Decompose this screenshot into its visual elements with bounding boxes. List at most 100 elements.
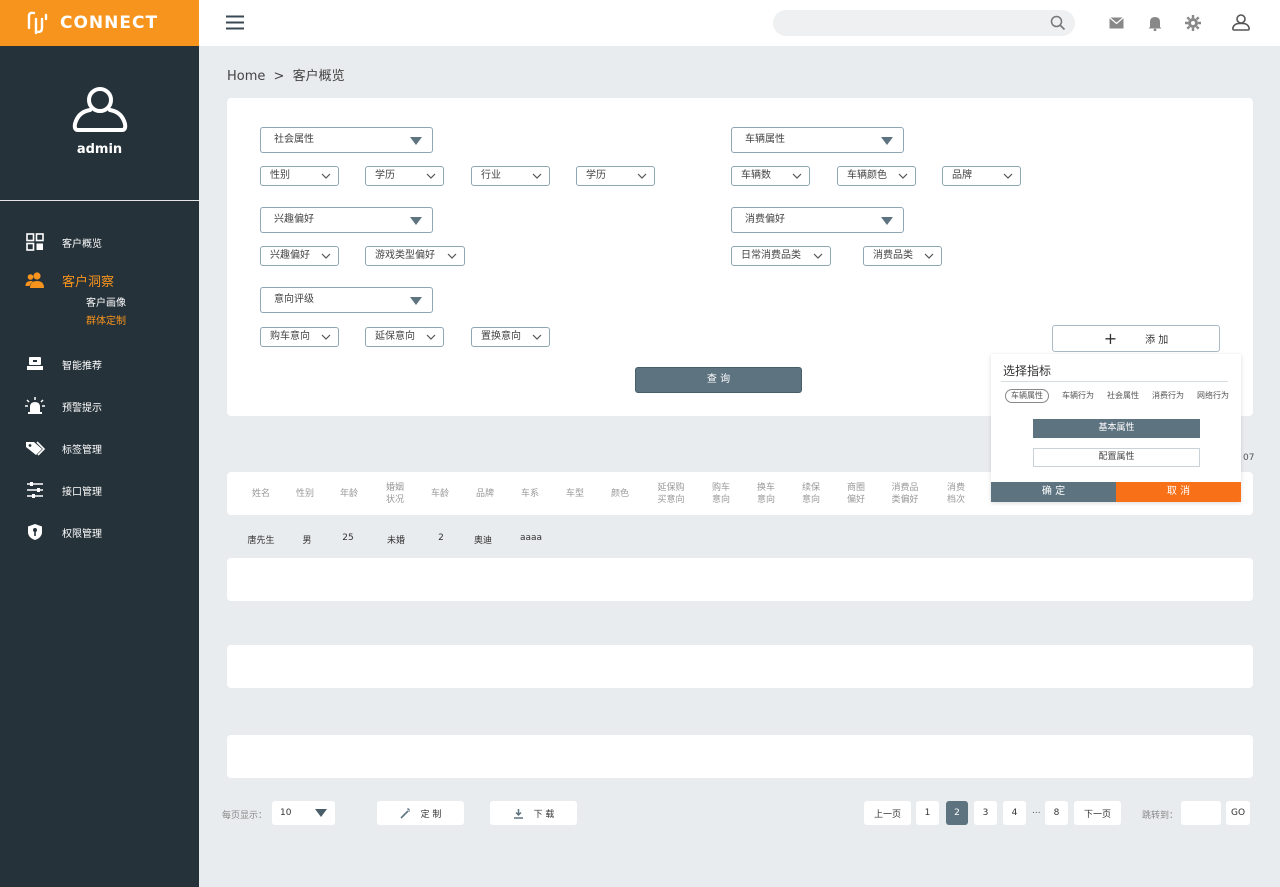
dropdown-label: 消费偏好 xyxy=(745,214,785,225)
per-page-label: 每页显示： xyxy=(222,811,268,821)
logo-text: CONNECT xyxy=(60,13,159,33)
select-label: 置换意向 xyxy=(481,331,521,342)
select-label: 行业 xyxy=(481,170,501,181)
popup-title: 选择指标 xyxy=(1003,364,1052,378)
vehicle-count-select[interactable]: 车辆数 xyxy=(731,166,810,186)
column-header: 延保购 买意向 xyxy=(657,483,685,505)
replacement-intent-select[interactable]: 置换意向 xyxy=(471,327,550,347)
table-row-empty xyxy=(227,645,1253,688)
consumption-category-select[interactable]: 消费品类 xyxy=(863,246,942,266)
user-icon[interactable] xyxy=(1232,14,1250,31)
sidebar-item-permission-management[interactable]: 权限管理 xyxy=(0,511,199,553)
mail-icon[interactable] xyxy=(1109,17,1124,29)
intent-rating-dropdown[interactable]: 意向评级 xyxy=(260,287,433,313)
logo[interactable]: CONNECT xyxy=(0,0,199,46)
interest-select[interactable]: 兴趣偏好 xyxy=(260,246,339,266)
vehicle-color-select[interactable]: 车辆颜色 xyxy=(837,166,916,186)
sidebar-item-customer-insight[interactable]: 客户洞察 xyxy=(0,265,199,295)
hamburger-menu-icon[interactable] xyxy=(226,15,244,30)
select-label: 兴趣偏好 xyxy=(270,250,310,261)
popup-tab-network[interactable]: 网络行为 xyxy=(1197,390,1229,401)
popup-tab-vehicle-attr[interactable]: 车辆属性 xyxy=(1005,389,1049,403)
game-type-select[interactable]: 游戏类型偏好 xyxy=(365,246,465,266)
dropdown-label: 意向评级 xyxy=(274,294,314,305)
search-icon[interactable] xyxy=(1050,15,1066,31)
jump-page-input[interactable] xyxy=(1181,801,1221,825)
table-cell: 2 xyxy=(438,533,444,543)
prev-page-button[interactable]: 上一页 xyxy=(864,801,911,825)
config-attribute-option[interactable]: 配置属性 xyxy=(1033,448,1200,467)
page-8-button[interactable]: 8 xyxy=(1045,801,1068,825)
table-cell: 未婚 xyxy=(386,536,405,546)
next-page-button[interactable]: 下一页 xyxy=(1074,801,1121,825)
sidebar-item-warning[interactable]: 预警提示 xyxy=(0,385,199,427)
sidebar-subitem-group-custom[interactable]: 群体定制 xyxy=(0,313,199,331)
table-row-empty xyxy=(227,558,1253,601)
table-cell: 男 xyxy=(302,536,312,546)
vehicle-attribute-dropdown[interactable]: 车辆属性 xyxy=(731,127,904,153)
query-button[interactable]: 查 询 xyxy=(635,367,802,393)
select-label: 消费品类 xyxy=(873,250,913,261)
confirm-button[interactable]: 确 定 xyxy=(991,482,1116,502)
popup-tab-vehicle-behavior[interactable]: 车辆行为 xyxy=(1062,390,1094,401)
brand-select[interactable]: 品牌 xyxy=(942,166,1021,186)
gender-select[interactable]: 性别 xyxy=(260,166,339,186)
sidebar-item-label: 预警提示 xyxy=(62,402,102,414)
consumption-dropdown[interactable]: 消费偏好 xyxy=(731,207,904,233)
per-page-select[interactable]: 10 xyxy=(272,801,335,825)
select-label: 学历 xyxy=(375,170,395,181)
select-label: 学历 xyxy=(586,170,606,181)
sidebar-subitem-customer-profile[interactable]: 客户画像 xyxy=(0,295,199,313)
chevron-down-icon xyxy=(898,173,908,179)
user-name: admin xyxy=(76,142,123,157)
warranty-intent-select[interactable]: 延保意向 xyxy=(365,327,444,347)
page-2-button[interactable]: 2 xyxy=(946,801,968,825)
chevron-down-icon xyxy=(321,334,331,340)
go-button[interactable]: GO xyxy=(1226,801,1250,825)
chevron-down-icon xyxy=(924,253,934,259)
sidebar-item-customer-overview[interactable]: 客户概览 xyxy=(0,221,199,263)
chevron-down-icon xyxy=(321,253,331,259)
purchase-intent-select[interactable]: 购车意向 xyxy=(260,327,339,347)
select-label: 车辆颜色 xyxy=(847,170,887,181)
select-label: 车辆数 xyxy=(741,170,771,181)
page-4-button[interactable]: 4 xyxy=(1003,801,1026,825)
column-header: 年龄 xyxy=(339,489,358,499)
magic-wand-icon xyxy=(399,807,410,819)
cancel-button[interactable]: 取 消 xyxy=(1116,482,1241,502)
breadcrumb-current: 客户概览 xyxy=(292,69,345,84)
sidebar-item-api-management[interactable]: 接口管理 xyxy=(0,469,199,511)
dropdown-label: 社会属性 xyxy=(274,134,314,145)
sidebar-item-smart-recommend[interactable]: 智能推荐 xyxy=(0,343,199,385)
education-select-2[interactable]: 学历 xyxy=(576,166,655,186)
download-button[interactable]: 下 载 xyxy=(490,801,577,825)
customize-button[interactable]: 定 制 xyxy=(377,801,464,825)
sidebar-item-label: 智能推荐 xyxy=(62,360,102,372)
bell-icon[interactable] xyxy=(1148,15,1162,31)
user-profile: admin xyxy=(0,46,199,201)
basic-attribute-option[interactable]: 基本属性 xyxy=(1033,419,1200,438)
popup-tab-consumption[interactable]: 消费行为 xyxy=(1152,390,1184,401)
select-label: 游戏类型偏好 xyxy=(375,250,435,261)
page-3-button[interactable]: 3 xyxy=(974,801,997,825)
search-input[interactable] xyxy=(773,10,1075,36)
add-button[interactable]: + 添 加 xyxy=(1052,325,1220,352)
table-cell: aaaa xyxy=(519,533,543,543)
popup-tab-social-attr[interactable]: 社会属性 xyxy=(1107,390,1139,401)
breadcrumb-home[interactable]: Home xyxy=(227,69,265,84)
dropdown-label: 兴趣偏好 xyxy=(274,214,314,225)
users-icon xyxy=(25,270,45,290)
daily-consumption-select[interactable]: 日常消费品类 xyxy=(731,246,831,266)
sidebar-item-tag-management[interactable]: 标签管理 xyxy=(0,427,199,469)
page-1-button[interactable]: 1 xyxy=(916,801,939,825)
column-header: 车龄 xyxy=(430,489,449,499)
divider xyxy=(1001,381,1228,382)
avatar-icon[interactable] xyxy=(72,86,128,134)
gear-icon[interactable] xyxy=(1185,15,1201,31)
industry-select[interactable]: 行业 xyxy=(471,166,550,186)
sliders-icon xyxy=(25,480,45,500)
education-select[interactable]: 学历 xyxy=(365,166,444,186)
chevron-down-icon xyxy=(447,253,457,259)
social-attribute-dropdown[interactable]: 社会属性 xyxy=(260,127,433,153)
interest-dropdown[interactable]: 兴趣偏好 xyxy=(260,207,433,233)
